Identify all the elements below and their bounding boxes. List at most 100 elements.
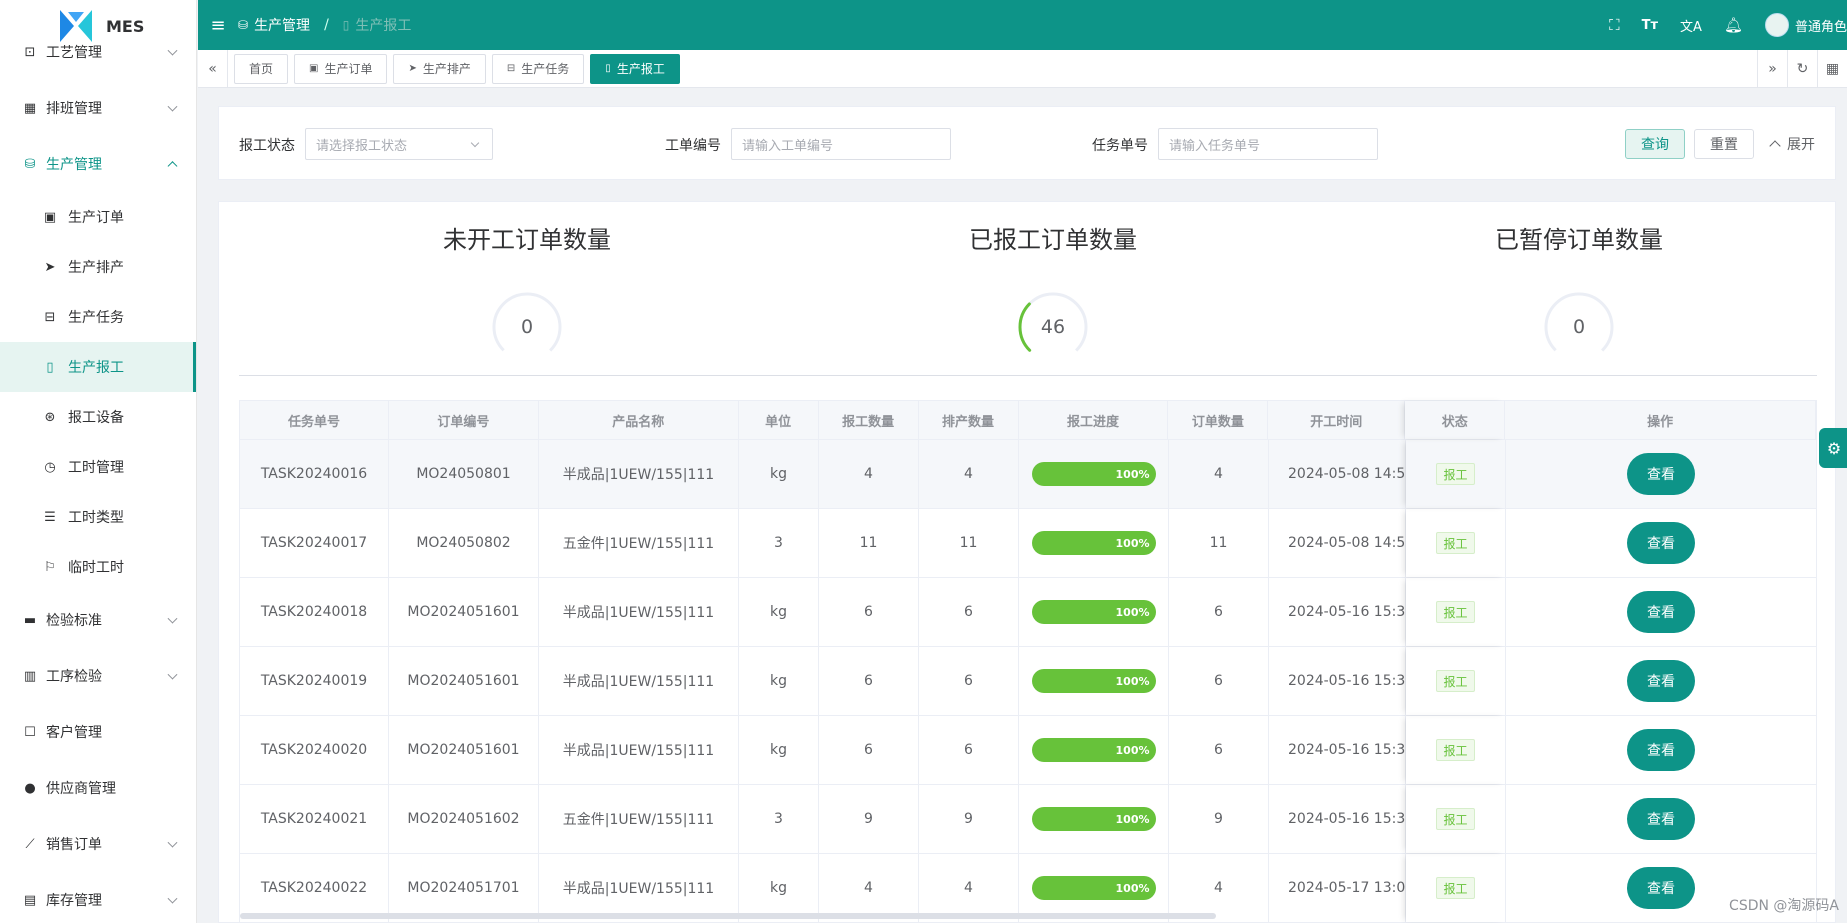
calendar-icon: ▦ bbox=[23, 100, 37, 116]
sidebar-item-label: 排班管理 bbox=[46, 101, 102, 117]
table-cell-status: 报工 bbox=[1406, 854, 1506, 922]
status-filter-placeholder: 请选择报工状态 bbox=[316, 138, 408, 154]
box-icon: ⊟ bbox=[44, 309, 56, 325]
sidebar-item[interactable]: ⊡ 工艺管理 bbox=[0, 24, 196, 80]
font-size-icon[interactable]: Tт bbox=[1642, 18, 1658, 33]
view-button[interactable]: 查看 bbox=[1627, 453, 1695, 495]
status-badge: 报工 bbox=[1436, 877, 1475, 899]
column-header: 报工数量 bbox=[819, 401, 919, 439]
table-row[interactable]: TASK20240019 MO2024051601 半成品|1UEW/155|111… bbox=[239, 647, 1817, 716]
sidebar-item[interactable]: ▬ 检验标准 bbox=[0, 592, 196, 648]
fullscreen-icon[interactable]: ⛶ bbox=[1609, 16, 1620, 34]
task-number-input[interactable]: 请输入任务单号 bbox=[1158, 128, 1378, 160]
sidebar-subitem[interactable]: ▣ 生产订单 bbox=[0, 192, 196, 242]
clipboard-icon: ▣ bbox=[309, 63, 319, 74]
clipboard-icon: ▣ bbox=[43, 209, 57, 225]
table-cell-reported: 6 bbox=[819, 716, 919, 784]
table-cell-reported: 9 bbox=[819, 785, 919, 853]
table-cell-task: TASK20240021 bbox=[240, 785, 389, 853]
stat-card: 未开工订单数量 0 bbox=[327, 220, 727, 362]
scroll-left-icon[interactable]: « bbox=[198, 49, 228, 88]
user-menu[interactable]: 普通角色 bbox=[1764, 13, 1847, 37]
view-button[interactable]: 查看 bbox=[1627, 591, 1695, 633]
table-cell-start: 2024-05-08 14:58:5 bbox=[1269, 440, 1406, 508]
scroll-right-icon[interactable]: » bbox=[1757, 49, 1787, 88]
table-cell-start: 2024-05-16 15:36:5 bbox=[1269, 647, 1406, 715]
sidebar-subitem[interactable]: ⚐ 临时工时 bbox=[0, 542, 196, 592]
view-button[interactable]: 查看 bbox=[1627, 660, 1695, 702]
sidebar-item[interactable]: ⟋ 销售订单 bbox=[0, 816, 196, 872]
sidebar-subitem[interactable]: ⊛ 报工设备 bbox=[0, 392, 196, 442]
table-cell-order: MO2024051601 bbox=[389, 716, 539, 784]
table-row[interactable]: TASK20240021 MO2024051602 五金件|1UEW/155|111… bbox=[239, 785, 1817, 854]
sidebar-item-label: 客户管理 bbox=[46, 725, 102, 741]
table-cell-task: TASK20240022 bbox=[240, 854, 389, 922]
status-filter-select[interactable]: 请选择报工状态 bbox=[305, 128, 493, 160]
table-cell-progress: 100% bbox=[1019, 785, 1169, 853]
tab-page[interactable]: ▯ 生产报工 bbox=[590, 53, 680, 84]
reset-button[interactable]: 重置 bbox=[1694, 129, 1754, 159]
sidebar-subitem[interactable]: ☰ 工时类型 bbox=[0, 492, 196, 542]
table-cell-product: 半成品|1UEW/155|111 bbox=[539, 440, 739, 508]
table-cell-progress: 100% bbox=[1019, 509, 1169, 577]
tab-label: 生产报工 bbox=[616, 62, 665, 76]
translate-icon[interactable]: 文A bbox=[1680, 16, 1702, 35]
list-icon: ☰ bbox=[44, 509, 56, 525]
breadcrumb-current: 生产报工 bbox=[355, 18, 412, 34]
table-cell-order: MO24050801 bbox=[389, 440, 539, 508]
view-button[interactable]: 查看 bbox=[1627, 522, 1695, 564]
view-button[interactable]: 查看 bbox=[1627, 729, 1695, 771]
table-cell-action: 查看 bbox=[1506, 509, 1817, 577]
horizontal-scrollbar[interactable] bbox=[240, 913, 1216, 919]
sidebar-item-label: 检验标准 bbox=[46, 613, 102, 629]
table-cell-action: 查看 bbox=[1506, 578, 1817, 646]
status-badge: 报工 bbox=[1436, 739, 1475, 761]
order-number-input[interactable]: 请输入工单编号 bbox=[731, 128, 951, 160]
table-cell-reported: 4 bbox=[819, 440, 919, 508]
tab-page[interactable]: ➤ 生产排产 bbox=[393, 53, 486, 84]
sidebar-item[interactable]: ☐ 客户管理 bbox=[0, 704, 196, 760]
column-header: 开工时间 bbox=[1268, 401, 1406, 439]
sidebar-item[interactable]: ▤ 库存管理 bbox=[0, 872, 196, 923]
aperture-icon: ⊛ bbox=[44, 409, 56, 425]
table-row[interactable]: TASK20240017 MO24050802 五金件|1UEW/155|111 3 1… bbox=[239, 509, 1817, 578]
header-toolbar: ⛶ Tт 文A 🔔︎ 普通角色 bbox=[1609, 13, 1847, 37]
sidebar-subitem[interactable]: ⊟ 生产任务 bbox=[0, 292, 196, 342]
query-button[interactable]: 查询 bbox=[1625, 129, 1685, 159]
settings-gear-icon[interactable]: ⚙ bbox=[1819, 428, 1847, 468]
sidebar-subitem[interactable]: ➤ 生产排产 bbox=[0, 242, 196, 292]
sidebar-item[interactable]: ▦ 排班管理 bbox=[0, 80, 196, 136]
tab-home[interactable]: 首页 bbox=[234, 53, 289, 84]
refresh-icon[interactable]: ↻ bbox=[1787, 49, 1817, 88]
sidebar-item[interactable]: ▥ 工序检验 bbox=[0, 648, 196, 704]
sidebar-item[interactable]: ⛁ 生产管理 bbox=[0, 136, 196, 192]
clock-icon: ◷ bbox=[44, 459, 56, 475]
sidebar-subitem[interactable]: ◷ 工时管理 bbox=[0, 442, 196, 492]
order-filter-label: 工单编号 bbox=[665, 138, 721, 154]
table-row[interactable]: TASK20240018 MO2024051601 半成品|1UEW/155|111… bbox=[239, 578, 1817, 647]
table-cell-unit: kg bbox=[739, 647, 819, 715]
chevron-down-icon bbox=[167, 837, 178, 848]
breadcrumb: ⛁ 生产管理 / ▯ 生产报工 bbox=[238, 15, 411, 35]
table-cell-unit: kg bbox=[739, 440, 819, 508]
sidebar-subitem[interactable]: ▯ 生产报工 bbox=[0, 342, 196, 392]
status-badge: 报工 bbox=[1436, 601, 1475, 623]
breadcrumb-root[interactable]: 生产管理 bbox=[254, 15, 310, 35]
table-row[interactable]: TASK20240016 MO24050801 半成品|1UEW/155|111 kg… bbox=[239, 440, 1817, 509]
bell-icon[interactable]: 🔔︎ bbox=[1724, 16, 1743, 34]
expand-toggle[interactable]: 展开 bbox=[1769, 129, 1815, 159]
contact-icon: ☐ bbox=[24, 724, 36, 740]
view-button[interactable]: 查看 bbox=[1627, 798, 1695, 840]
sidebar-subitem-label: 临时工时 bbox=[68, 560, 124, 576]
table-cell-status: 报工 bbox=[1406, 647, 1506, 715]
table-row[interactable]: TASK20240020 MO2024051601 半成品|1UEW/155|111… bbox=[239, 716, 1817, 785]
hamburger-icon[interactable]: ≡ bbox=[198, 15, 238, 36]
tab-page[interactable]: ▣ 生产订单 bbox=[294, 53, 388, 84]
tab-page[interactable]: ⊟ 生产任务 bbox=[491, 53, 585, 84]
sidebar-item[interactable]: ● 供应商管理 bbox=[0, 760, 196, 816]
sidebar-item-label: 生产管理 bbox=[46, 157, 102, 173]
chevron-down-icon bbox=[167, 613, 178, 624]
grid-icon[interactable]: ▦ bbox=[1817, 49, 1847, 88]
document-icon: ▯ bbox=[46, 359, 54, 375]
view-button[interactable]: 查看 bbox=[1627, 867, 1695, 909]
